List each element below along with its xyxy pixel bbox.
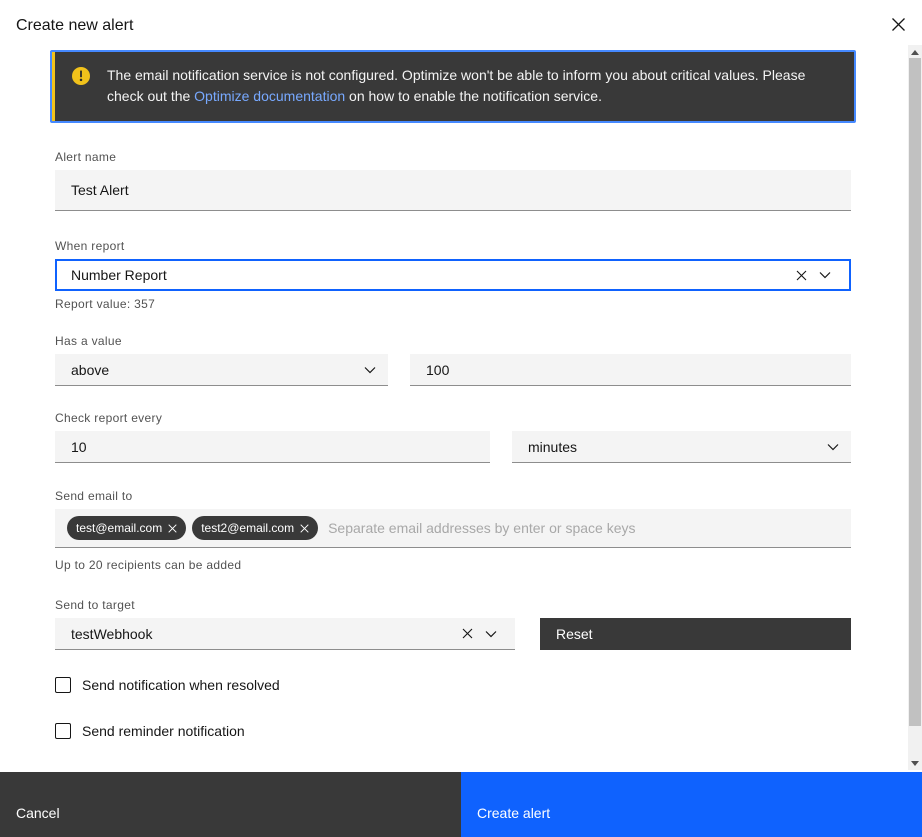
- create-alert-modal: Create new alert The email notification …: [0, 0, 922, 837]
- close-icon: [891, 17, 906, 32]
- scrollbar-thumb[interactable]: [909, 58, 921, 726]
- threshold-input[interactable]: [410, 354, 851, 386]
- reminder-notification-checkbox-row[interactable]: Send reminder notification: [55, 723, 851, 739]
- clear-icon: [796, 270, 807, 281]
- close-button[interactable]: [882, 8, 914, 40]
- when-report-value: Number Report: [71, 267, 789, 283]
- target-dropdown-button[interactable]: [479, 622, 503, 646]
- page-title: Create new alert: [16, 17, 133, 35]
- modal-header: Create new alert: [0, 0, 922, 45]
- email-input-placeholder: Separate email addresses by enter or spa…: [328, 520, 635, 536]
- cancel-button[interactable]: Cancel: [0, 772, 461, 837]
- create-alert-button[interactable]: Create alert: [461, 772, 922, 837]
- operator-value: above: [71, 362, 364, 378]
- resolved-notification-checkbox-row[interactable]: Send notification when resolved: [55, 677, 851, 693]
- warning-notification: The email notification service is not co…: [50, 50, 856, 123]
- interval-unit-value: minutes: [528, 439, 827, 455]
- interval-unit-select[interactable]: minutes: [512, 431, 851, 463]
- reminder-notification-label: Send reminder notification: [82, 723, 245, 739]
- send-target-label: Send to target: [55, 598, 851, 612]
- notification-message: The email notification service is not co…: [107, 65, 838, 107]
- send-email-label: Send email to: [55, 489, 851, 503]
- email-tag-label: test@email.com: [76, 521, 162, 535]
- target-combobox[interactable]: testWebhook: [55, 618, 515, 650]
- target-value: testWebhook: [71, 626, 455, 642]
- warning-notification-inner: The email notification service is not co…: [52, 52, 854, 121]
- close-icon: [300, 524, 309, 533]
- chevron-down-icon: [364, 366, 376, 374]
- scroll-up-icon[interactable]: [908, 45, 922, 59]
- checkbox-icon[interactable]: [55, 723, 71, 739]
- scroll-down-icon[interactable]: [908, 756, 922, 770]
- recipients-helper: Up to 20 recipients can be added: [55, 558, 851, 572]
- target-clear-button[interactable]: [455, 622, 479, 646]
- clear-icon: [462, 628, 473, 639]
- modal-footer: Cancel Create alert: [0, 772, 922, 837]
- email-tag-remove-button[interactable]: [162, 518, 182, 538]
- email-tag-label: test2@email.com: [201, 521, 294, 535]
- vertical-scrollbar[interactable]: [908, 45, 922, 770]
- has-value-label: Has a value: [55, 334, 851, 348]
- warning-icon: [71, 66, 91, 86]
- chevron-down-icon: [819, 271, 831, 279]
- alert-name-input[interactable]: [55, 170, 851, 211]
- modal-body: The email notification service is not co…: [0, 45, 908, 772]
- close-icon: [168, 524, 177, 533]
- chevron-down-icon: [485, 630, 497, 638]
- email-tag-remove-button[interactable]: [294, 518, 314, 538]
- checkbox-icon[interactable]: [55, 677, 71, 693]
- when-report-dropdown-button[interactable]: [813, 263, 837, 287]
- operator-select[interactable]: above: [55, 354, 388, 386]
- resolved-notification-label: Send notification when resolved: [82, 677, 280, 693]
- alert-form: Alert name When report Number Report Rep…: [55, 150, 851, 739]
- notification-text-after: on how to enable the notification servic…: [345, 88, 602, 104]
- when-report-combobox[interactable]: Number Report: [55, 259, 851, 291]
- when-report-label: When report: [55, 239, 851, 253]
- report-value-helper: Report value: 357: [55, 297, 851, 311]
- reset-button[interactable]: Reset: [540, 618, 851, 650]
- alert-name-label: Alert name: [55, 150, 851, 164]
- documentation-link[interactable]: Optimize documentation: [194, 88, 345, 104]
- chevron-down-icon: [827, 443, 839, 451]
- email-tag: test@email.com: [67, 516, 186, 540]
- email-tag: test2@email.com: [192, 516, 318, 540]
- interval-input[interactable]: [55, 431, 490, 463]
- email-recipients-input[interactable]: test@email.com test2@email.com: [55, 509, 851, 548]
- check-every-label: Check report every: [55, 411, 851, 425]
- when-report-clear-button[interactable]: [789, 263, 813, 287]
